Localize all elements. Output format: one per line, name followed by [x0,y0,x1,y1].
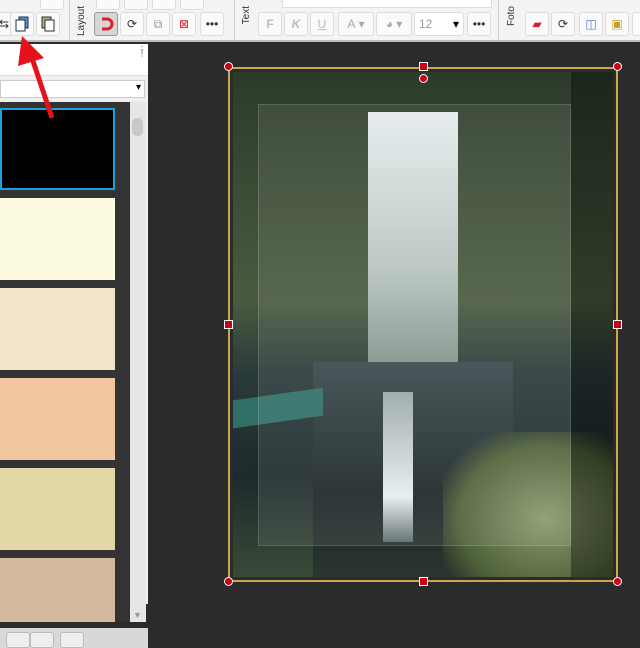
underline-button[interactable]: U [310,12,334,36]
view-mode-bar [0,628,148,648]
view-mode-button-3[interactable] [60,632,84,648]
rotate-handle[interactable] [419,74,428,83]
italic-button[interactable]: K [284,12,308,36]
resize-handle-top-right[interactable] [613,62,622,71]
swatch-list [0,102,130,622]
font-name-field[interactable] [282,0,492,8]
resize-handle-right[interactable] [613,320,622,329]
font-color-label: A [347,17,356,31]
view-mode-button-1[interactable] [6,632,30,648]
resize-handle-left[interactable] [224,320,233,329]
group-label-foto: Foto [506,6,517,27]
effects-icon: ▰ [532,17,542,31]
view-mode-button-2[interactable] [30,632,54,648]
swatch-beige[interactable] [0,288,115,370]
swatch-peach[interactable] [0,378,115,460]
layout-more-button[interactable]: ••• [200,12,224,36]
font-size-select[interactable]: 12 ▾ [414,12,464,36]
toolbar-button-top[interactable] [180,0,204,10]
snap-magnet-button[interactable] [94,12,118,36]
rotate-icon: ⟳ [557,17,569,31]
swatch-sand[interactable] [0,468,115,550]
rotate-button[interactable]: ⟳ [120,12,144,36]
fill-color-button[interactable]: ◕ ▾ [376,12,412,36]
chevron-down-icon: ▾ [452,17,459,31]
chevron-down-icon: ▾ [135,82,141,93]
group-label-text: Text [241,6,252,25]
bold-button[interactable]: F [258,12,282,36]
text-more-button[interactable]: ••• [467,12,491,36]
resize-handle-bottom[interactable] [419,577,428,586]
photo-effects-button[interactable]: ▰ [525,12,549,36]
font-size-value: 12 [419,17,433,31]
ribbon-toolbar: ⇆ Layout ⟳ ⧉ ⊠ ••• Text F K U A ▾ ◕ ▾ 12… [0,0,640,42]
swatch-scrollbar[interactable]: ▼ [130,102,146,622]
arrange-icon: ⧉ [153,16,163,31]
resize-handle-top-left[interactable] [224,62,233,71]
toolbar-button-top[interactable] [96,0,120,10]
toolbar-button-top[interactable] [124,0,148,10]
fill-icon: ◕ [385,17,393,31]
delete-layout-button[interactable]: ⊠ [172,12,196,36]
panel-grip-icon[interactable]: ⋮ ⋮ [138,46,146,58]
arrange-button[interactable]: ⧉ [146,12,170,36]
font-color-button[interactable]: A ▾ [338,12,374,36]
resize-handle-bottom-right[interactable] [613,577,622,586]
photo-frame-button[interactable]: ▣ [605,12,629,36]
scroll-down-icon[interactable]: ▼ [133,610,142,620]
photo-rotate-button[interactable]: ⟳ [551,12,575,36]
annotation-arrow-icon [18,36,55,119]
selection-frame [228,67,618,582]
chevron-down-icon: ▾ [355,17,365,31]
scrollbar-thumb[interactable] [132,118,143,136]
split-photo-icon: ◫ [585,17,597,31]
magnet-icon [102,17,114,31]
swatch-cream[interactable] [0,198,115,280]
photo-split-button[interactable]: ◫ [579,12,603,36]
chevron-down-icon: ▾ [392,17,403,31]
resize-handle-bottom-left[interactable] [224,577,233,586]
toolbar-button-top[interactable] [152,0,176,10]
resize-handle-top[interactable] [419,62,428,71]
frame-icon: ▣ [611,17,623,31]
photo-more-button[interactable] [632,12,640,36]
delete-icon: ⊠ [178,17,190,31]
rotate-icon: ⟳ [126,17,138,31]
swatch-tan[interactable] [0,558,115,622]
